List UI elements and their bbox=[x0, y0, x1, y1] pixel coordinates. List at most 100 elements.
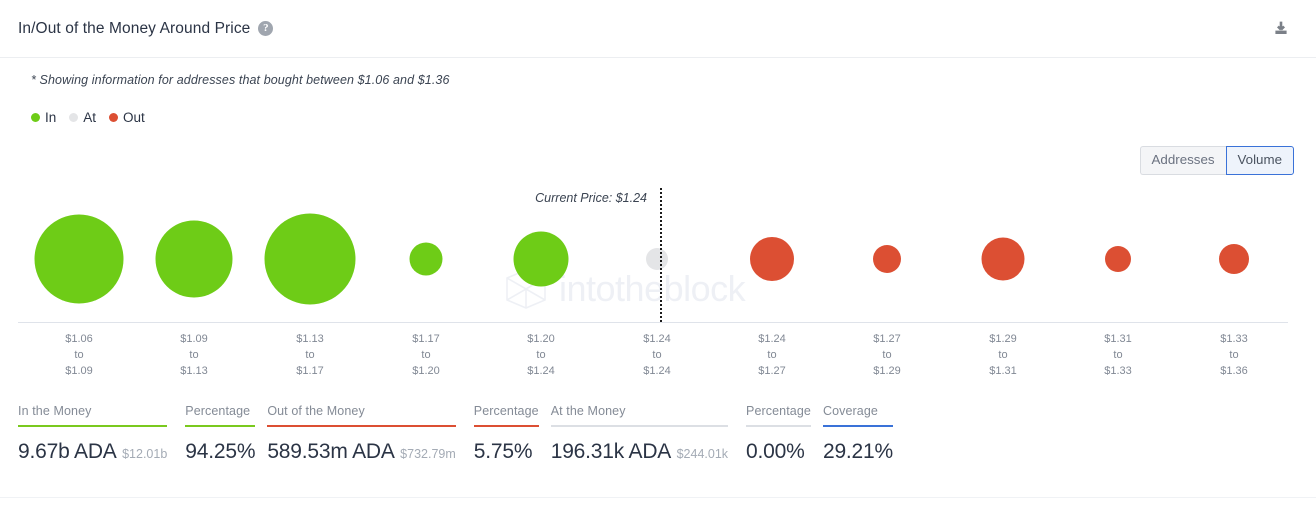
stat-underline bbox=[822, 425, 893, 427]
stat-value: 196.31k ADA $244.01k bbox=[550, 440, 729, 463]
legend-item-out[interactable]: Out bbox=[109, 110, 145, 125]
x-tick-sep: to bbox=[305, 349, 315, 361]
legend-dot-out bbox=[109, 113, 119, 122]
stat-underline bbox=[746, 425, 811, 427]
x-tick-sep: to bbox=[421, 349, 431, 361]
x-tick-0: $1.06 to $1.09 bbox=[34, 331, 124, 379]
stat-underline bbox=[267, 425, 456, 427]
chart-legend: In At Out bbox=[31, 110, 152, 125]
stat-label: Percentage bbox=[746, 404, 811, 418]
stat-out-of-the-money: Out of the Money 589.53m ADA $732.79m bbox=[267, 404, 456, 464]
stat-value: 5.75% bbox=[473, 440, 533, 463]
x-tick-from: $1.29 bbox=[989, 333, 1017, 345]
x-tick-1: $1.09 to $1.13 bbox=[149, 331, 239, 379]
bubble-out-10[interactable] bbox=[1219, 244, 1249, 274]
x-tick-from: $1.24 bbox=[758, 333, 786, 345]
download-icon[interactable] bbox=[1268, 16, 1294, 42]
x-tick-sep: to bbox=[536, 349, 546, 361]
bubble-at-5[interactable] bbox=[646, 248, 668, 270]
stat-in-the-money: In the Money 9.67b ADA $12.01b bbox=[18, 404, 168, 464]
bubble-out-6[interactable] bbox=[750, 237, 794, 281]
stat-underline bbox=[18, 425, 168, 427]
x-tick-sep: to bbox=[882, 349, 892, 361]
stat-at-the-money: At the Money 196.31k ADA $244.01k bbox=[550, 404, 729, 464]
legend-dot-at bbox=[69, 113, 79, 122]
x-tick-from: $1.24 bbox=[643, 333, 671, 345]
stat-value: 94.25% bbox=[185, 440, 256, 463]
x-tick-sep: to bbox=[1113, 349, 1123, 361]
x-tick-sep: to bbox=[652, 349, 662, 361]
stat-coverage: Coverage 29.21% bbox=[822, 404, 893, 464]
bubble-out-8[interactable] bbox=[981, 237, 1025, 281]
bubble-in-1[interactable] bbox=[155, 220, 233, 298]
x-tick-sep: to bbox=[189, 349, 199, 361]
page-title: In/Out of the Money Around Price bbox=[18, 19, 251, 37]
stat-percentage: Percentage 94.25% bbox=[185, 404, 256, 464]
stat-percentage: Percentage 5.75% bbox=[473, 404, 539, 464]
x-tick-from: $1.17 bbox=[412, 333, 440, 345]
x-tick-3: $1.17 to $1.20 bbox=[381, 331, 471, 379]
x-tick-to: $1.27 bbox=[758, 365, 786, 377]
footer-divider bbox=[0, 497, 1316, 498]
help-icon[interactable]: ? bbox=[258, 21, 274, 36]
legend-label-at: At bbox=[83, 110, 97, 125]
stat-label: Percentage bbox=[185, 404, 251, 418]
x-tick-from: $1.33 bbox=[1220, 333, 1248, 345]
stat-subvalue: $244.01k bbox=[673, 447, 729, 461]
stat-value: 0.00% bbox=[746, 440, 805, 463]
bubble-in-2[interactable] bbox=[264, 213, 356, 305]
x-tick-to: $1.13 bbox=[180, 365, 208, 377]
summary-stats: In the Money 9.67b ADA $12.01b Percentage 9… bbox=[18, 404, 893, 464]
x-tick-9: $1.31 to $1.33 bbox=[1073, 331, 1163, 379]
x-tick-from: $1.27 bbox=[873, 333, 901, 345]
stat-label: Coverage bbox=[822, 404, 878, 418]
x-tick-to: $1.31 bbox=[989, 365, 1017, 377]
bubble-in-3[interactable] bbox=[409, 242, 443, 276]
bubble-plot: Current Price: $1.24 bbox=[0, 170, 1316, 322]
x-tick-8: $1.29 to $1.31 bbox=[958, 331, 1048, 379]
x-tick-from: $1.20 bbox=[527, 333, 555, 345]
stat-underline bbox=[185, 425, 256, 427]
bubble-in-4[interactable] bbox=[513, 231, 569, 287]
x-tick-to: $1.20 bbox=[412, 365, 440, 377]
stat-underline bbox=[550, 425, 729, 427]
stat-percentage: Percentage 0.00% bbox=[746, 404, 811, 464]
x-axis-line bbox=[18, 322, 1288, 323]
iotm-around-price-card: In/Out of the Money Around Price ? * Sho… bbox=[0, 0, 1316, 510]
stat-label: At the Money bbox=[550, 404, 626, 418]
x-tick-to: $1.09 bbox=[65, 365, 93, 377]
x-tick-4: $1.20 to $1.24 bbox=[496, 331, 586, 379]
stat-subvalue: $12.01b bbox=[118, 447, 168, 461]
x-tick-from: $1.13 bbox=[296, 333, 324, 345]
legend-label-out: Out bbox=[123, 110, 145, 125]
x-tick-from: $1.06 bbox=[65, 333, 93, 345]
chart-note: * Showing information for addresses that… bbox=[31, 73, 450, 87]
stat-label: Percentage bbox=[473, 404, 539, 418]
stat-value: 9.67b ADA $12.01b bbox=[18, 440, 168, 463]
legend-label-in: In bbox=[45, 110, 57, 125]
stat-value: 589.53m ADA $732.79m bbox=[267, 440, 456, 463]
stat-subvalue: $732.79m bbox=[396, 447, 456, 461]
x-tick-to: $1.24 bbox=[643, 365, 671, 377]
x-tick-to: $1.24 bbox=[527, 365, 555, 377]
x-tick-sep: to bbox=[998, 349, 1008, 361]
x-tick-5: $1.24 to $1.24 bbox=[612, 331, 702, 379]
x-tick-to: $1.33 bbox=[1104, 365, 1132, 377]
legend-item-in[interactable]: In bbox=[31, 110, 56, 125]
x-tick-to: $1.36 bbox=[1220, 365, 1248, 377]
x-tick-sep: to bbox=[74, 349, 84, 361]
stat-label: In the Money bbox=[18, 404, 92, 418]
x-tick-from: $1.31 bbox=[1104, 333, 1132, 345]
x-tick-from: $1.09 bbox=[180, 333, 208, 345]
stat-underline bbox=[473, 425, 539, 427]
bubble-out-7[interactable] bbox=[873, 245, 901, 273]
current-price-line bbox=[660, 188, 662, 322]
bubble-in-0[interactable] bbox=[34, 214, 124, 304]
x-tick-2: $1.13 to $1.17 bbox=[265, 331, 355, 379]
x-tick-sep: to bbox=[1229, 349, 1239, 361]
x-tick-to: $1.17 bbox=[296, 365, 324, 377]
x-tick-10: $1.33 to $1.36 bbox=[1189, 331, 1279, 379]
bubble-out-9[interactable] bbox=[1105, 246, 1131, 272]
legend-item-at[interactable]: At bbox=[69, 110, 96, 125]
x-tick-sep: to bbox=[767, 349, 777, 361]
